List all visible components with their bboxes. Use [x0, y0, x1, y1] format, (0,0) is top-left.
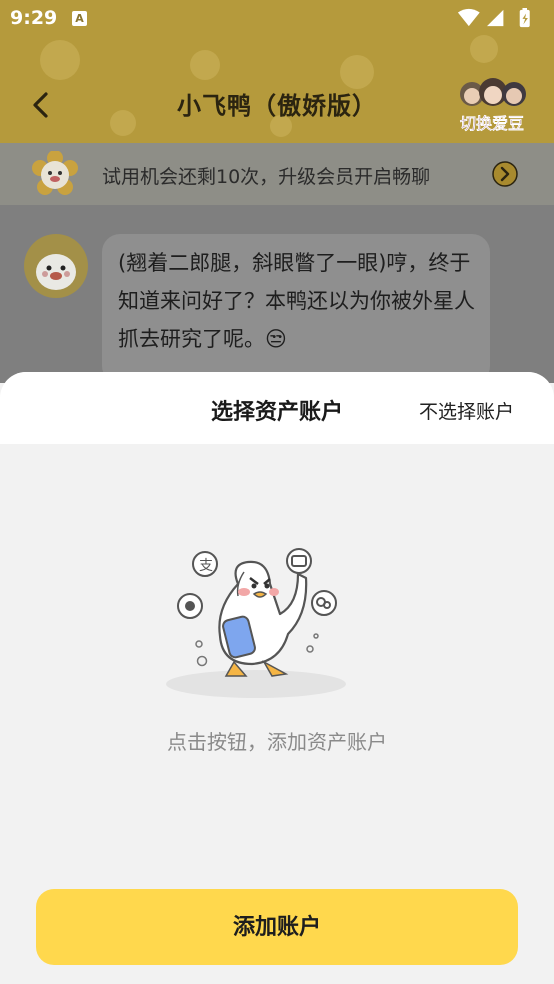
- trial-banner-text: 试用机会还剩10次，升级会员开启畅聊: [102, 166, 431, 188]
- notification-icon: A: [72, 11, 87, 26]
- wifi-icon: [457, 8, 480, 27]
- switch-idol-label: 切换爱豆: [459, 114, 524, 133]
- chevron-right-icon[interactable]: [492, 161, 518, 187]
- skip-account-button[interactable]: 不选择账户: [419, 397, 514, 424]
- sheet-header: 选择资产账户 不选择账户: [0, 372, 554, 444]
- switch-idol-button[interactable]: 切换爱豆: [452, 76, 532, 134]
- svg-text:支: 支: [199, 558, 213, 574]
- add-account-button[interactable]: 添加账户: [36, 889, 518, 965]
- duck-avatar-icon: [24, 234, 88, 298]
- empty-state-text: 点击按钮，添加资产账户: [167, 730, 387, 754]
- asset-account-sheet: 选择资产账户 不选择账户 支 点击按钮，添加资产账户 添加账户: [0, 372, 554, 984]
- duck-flower-icon: [32, 151, 78, 195]
- idol-avatars-icon: [460, 78, 526, 106]
- signal-icon: [487, 9, 504, 27]
- status-icons: [457, 8, 530, 28]
- status-bar: 9:29 A: [0, 0, 554, 38]
- status-time: 9:29: [10, 7, 58, 29]
- duck-mascot-icon: 支: [166, 548, 346, 698]
- chat-message-text: (翘着二郎腿，斜眼瞥了一眼)哼，终于知道来问好了？本鸭还以为你被外星人抓去研究了…: [118, 251, 475, 351]
